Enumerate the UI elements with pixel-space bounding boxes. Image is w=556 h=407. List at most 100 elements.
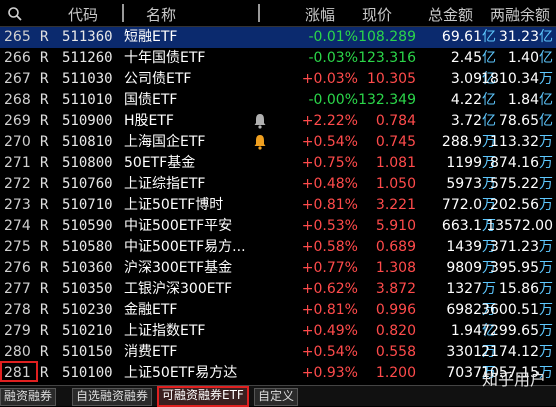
table-row[interactable]: 279 R 510210 上证指数ETF +0.49% 0.820 1.94亿 7299.65… bbox=[0, 321, 556, 342]
current-price: 5.910 bbox=[375, 218, 416, 234]
table-row[interactable]: 281 R 510100 上证50ETF易方达 +0.93% 1.200 7037万 1057… bbox=[0, 363, 556, 384]
header-amount[interactable]: 总金额 bbox=[428, 4, 473, 25]
security-name: 沪深300ETF基金 bbox=[124, 260, 233, 276]
table-row[interactable]: 270 R 510810 上海国企ETF +0.54% 0.745 288.9万 113.32… bbox=[0, 132, 556, 153]
margin-flag: R bbox=[40, 50, 49, 66]
margin-balance: 7299.65万 bbox=[481, 323, 553, 340]
security-name: 上证50ETF易方达 bbox=[124, 365, 238, 381]
change-percent: +0.77% bbox=[301, 260, 358, 276]
table-row[interactable]: 265 R 511360 短融ETF -0.01% 108.289 69.61亿 31.23亿 bbox=[0, 27, 556, 48]
margin-balance-value: 371.23 bbox=[490, 239, 539, 255]
security-name: 上海国企ETF bbox=[124, 134, 206, 150]
table-row[interactable]: 273 R 510710 上证50ETF博时 +0.81% 3.221 772.0万 202.… bbox=[0, 195, 556, 216]
table-row[interactable]: 268 R 511010 国债ETF -0.00% 132.349 4.22亿 1.84亿 bbox=[0, 90, 556, 111]
security-name: 国债ETF bbox=[124, 92, 178, 108]
search-icon[interactable] bbox=[7, 6, 23, 22]
header-balance[interactable]: 两融余额 bbox=[490, 4, 550, 25]
change-percent: -0.01% bbox=[308, 29, 358, 45]
security-name: 中证500ETF易方... bbox=[124, 239, 246, 255]
row-index: 269 bbox=[4, 113, 31, 129]
row-index: 280 bbox=[4, 344, 31, 360]
security-code: 510230 bbox=[62, 302, 113, 318]
row-index: 275 bbox=[4, 239, 31, 255]
total-amount: 288.9万 bbox=[442, 134, 496, 151]
security-code: 510710 bbox=[62, 197, 113, 213]
header-separator[interactable] bbox=[122, 4, 124, 22]
security-name: 公司债ETF bbox=[124, 71, 192, 87]
security-name: 上证指数ETF bbox=[124, 323, 206, 339]
current-price: 1.050 bbox=[375, 176, 416, 192]
row-index: 276 bbox=[4, 260, 31, 276]
change-percent: -0.03% bbox=[308, 50, 358, 66]
margin-balance-unit: 万 bbox=[539, 197, 553, 213]
table-row[interactable]: 280 R 510150 消费ETF +0.54% 0.558 3301 万 2174.12万 bbox=[0, 342, 556, 363]
margin-balance-value: 2174.12 bbox=[481, 344, 539, 360]
change-percent: +0.62% bbox=[301, 281, 358, 297]
header-change[interactable]: 涨幅 bbox=[305, 4, 335, 25]
current-price: 1.081 bbox=[375, 155, 416, 171]
margin-flag: R bbox=[40, 29, 49, 45]
total-amount-value: 1.94 bbox=[450, 323, 482, 339]
table-row[interactable]: 278 R 510230 金融ETF +0.81% 0.996 6982 万 3600.51万 bbox=[0, 300, 556, 321]
change-percent: +0.93% bbox=[301, 365, 358, 381]
margin-balance-value: 1810.34 bbox=[481, 71, 539, 87]
watermark: 知乎用户 bbox=[481, 370, 546, 389]
table-row[interactable]: 267 R 511030 公司债ETF +0.03% 10.305 3.09亿 1810.34… bbox=[0, 69, 556, 90]
total-amount: 772.0万 bbox=[442, 197, 496, 214]
margin-balance-unit: 万 bbox=[539, 155, 553, 171]
total-amount-value: 1439 bbox=[446, 239, 482, 255]
margin-balance-value: 874.16 bbox=[490, 155, 539, 171]
table-row[interactable]: 266 R 511260 十年国债ETF -0.03% 123.316 2.45亿 1.40亿 bbox=[0, 48, 556, 69]
header-code[interactable]: 代码 bbox=[68, 4, 98, 25]
total-amount-value: 663.1 bbox=[441, 218, 482, 234]
bell-icon[interactable] bbox=[252, 133, 268, 151]
row-index: 266 bbox=[4, 50, 31, 66]
margin-balance-unit: 万 bbox=[539, 134, 553, 150]
security-code: 511030 bbox=[62, 71, 113, 87]
margin-balance-unit: 亿 bbox=[539, 50, 553, 66]
row-index: 265 bbox=[4, 29, 31, 45]
margin-balance-value: 3600.51 bbox=[481, 302, 539, 318]
total-amount-unit: 亿 bbox=[482, 113, 496, 129]
table-row[interactable]: 276 R 510360 沪深300ETF基金 +0.77% 1.308 9809万 395.… bbox=[0, 258, 556, 279]
table-row[interactable]: 272 R 510760 上证综指ETF +0.48% 1.050 5973万 575.22万 bbox=[0, 174, 556, 195]
margin-balance-unit: 万 bbox=[539, 302, 553, 318]
table-row[interactable]: 277 R 510350 工银沪深300ETF +0.62% 3.872 1327万 15.8… bbox=[0, 279, 556, 300]
change-percent: +2.22% bbox=[301, 113, 358, 129]
margin-balance-value: 575.22 bbox=[490, 176, 539, 192]
margin-balance: 15.86万 bbox=[499, 281, 553, 298]
margin-balance-value: 1.84 bbox=[507, 92, 539, 108]
margin-flag: R bbox=[40, 176, 49, 192]
total-amount: 69.61亿 bbox=[442, 29, 496, 46]
table-row[interactable]: 269 R 510900 H股ETF +2.22% 0.784 3.72亿 78.65亿 bbox=[0, 111, 556, 132]
header-separator[interactable] bbox=[258, 4, 260, 22]
highlight-box bbox=[0, 361, 38, 382]
margin-balance: 2174.12万 bbox=[481, 344, 553, 361]
security-code: 510900 bbox=[62, 113, 113, 129]
current-price: 123.316 bbox=[358, 50, 416, 66]
margin-flag: R bbox=[40, 323, 49, 339]
margin-balance-value: 15.86 bbox=[498, 281, 539, 297]
margin-flag: R bbox=[40, 197, 49, 213]
margin-balance: 1.84亿 bbox=[508, 92, 553, 109]
header-name[interactable]: 名称 bbox=[146, 4, 176, 25]
header-price[interactable]: 现价 bbox=[362, 4, 392, 25]
row-index: 273 bbox=[4, 197, 31, 213]
tab-2[interactable]: 可融资融券ETF bbox=[157, 386, 249, 407]
security-code: 510760 bbox=[62, 176, 113, 192]
tab-1[interactable]: 自选融资融券 bbox=[72, 388, 153, 406]
table-row[interactable]: 274 R 510590 中证500ETF平安 +0.53% 5.910 663.1万 135… bbox=[0, 216, 556, 237]
total-amount-value: 69.61 bbox=[441, 29, 482, 45]
change-percent: -0.00% bbox=[308, 92, 358, 108]
bell-icon[interactable] bbox=[252, 112, 268, 130]
margin-flag: R bbox=[40, 92, 49, 108]
total-amount-value: 2.45 bbox=[450, 50, 482, 66]
table-row[interactable]: 275 R 510580 中证500ETF易方... +0.58% 0.689 1439万 3… bbox=[0, 237, 556, 258]
table-row[interactable]: 271 R 510800 50ETF基金 +0.75% 1.081 1199万 874.16万 bbox=[0, 153, 556, 174]
total-amount: 1199万 bbox=[446, 155, 496, 172]
total-amount-value: 4.22 bbox=[450, 92, 482, 108]
tab-0[interactable]: 融资融券 bbox=[0, 388, 57, 406]
margin-balance-unit: 亿 bbox=[539, 92, 553, 108]
margin-flag: R bbox=[40, 239, 49, 255]
tab-3[interactable]: 自定义 bbox=[254, 388, 299, 406]
